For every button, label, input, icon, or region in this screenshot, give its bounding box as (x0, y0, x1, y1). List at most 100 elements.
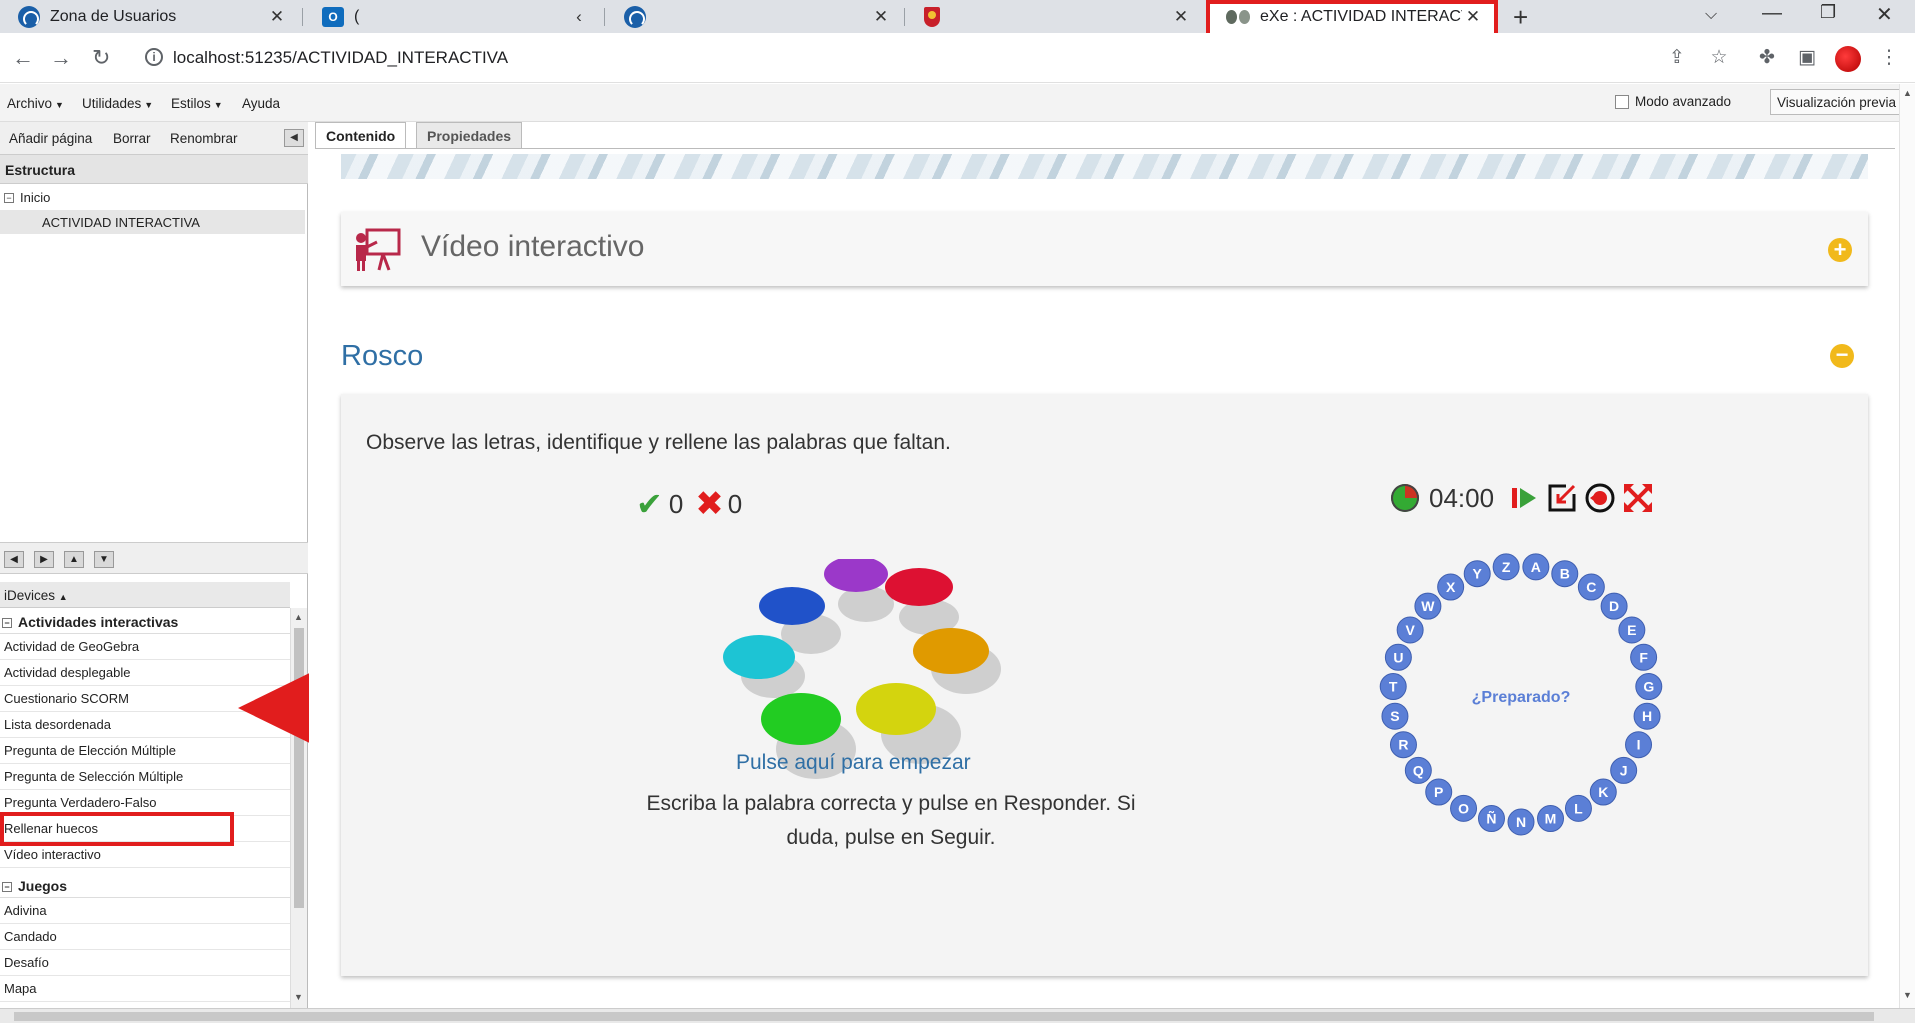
site-info-icon[interactable]: i (145, 48, 163, 66)
scroll-up-icon: ▲ (294, 612, 303, 622)
expand-plus-icon[interactable]: + (1828, 238, 1852, 262)
rosco-letter: I (1625, 731, 1653, 759)
menu-ayuda[interactable]: Ayuda (242, 96, 280, 111)
move-left-icon[interactable]: ◀ (4, 551, 24, 568)
play-icon[interactable] (1508, 482, 1540, 514)
idevice-adivina[interactable]: Adivina (0, 898, 290, 924)
address-bar[interactable]: i localhost:51235/ACTIVIDAD_INTERACTIVA (130, 41, 1750, 75)
caret-down-icon: ▼ (55, 100, 64, 110)
reload-icon[interactable]: ↻ (92, 45, 110, 71)
modo-avanzado-toggle[interactable]: Modo avanzado (1615, 94, 1731, 109)
share-icon[interactable]: ⇪ (1666, 48, 1688, 68)
move-right-icon[interactable]: ▶ (34, 551, 54, 568)
rosco-letter: T (1379, 673, 1407, 701)
svg-text:I: I (1637, 737, 1641, 753)
close-icon[interactable]: ✕ (266, 7, 288, 27)
extensions-icon[interactable]: ✤ (1756, 48, 1778, 68)
collapse-minus-icon[interactable]: − (1830, 344, 1854, 368)
delete-page-button[interactable]: Borrar (113, 131, 151, 146)
preview-button[interactable]: Visualización previa (1770, 89, 1915, 115)
horizontal-scrollbar[interactable] (0, 1008, 1915, 1023)
side-panel-icon[interactable]: ▣ (1796, 48, 1818, 68)
fullscreen-icon[interactable] (1622, 482, 1654, 514)
group-collapse-icon: − (2, 882, 12, 892)
rosco-letter: W (1414, 592, 1442, 620)
rosco-letter: Q (1404, 756, 1432, 784)
tree-node-actividad[interactable]: ACTIVIDAD INTERACTIVA (0, 210, 305, 234)
svg-text:K: K (1598, 784, 1608, 800)
modo-avanzado-checkbox[interactable] (1615, 94, 1629, 109)
rosco-letter: H (1633, 702, 1661, 730)
svg-text:P: P (1434, 784, 1443, 800)
close-icon[interactable]: ✕ (1170, 7, 1192, 27)
forward-icon[interactable]: → (50, 45, 72, 71)
svg-text:Ñ: Ñ (1486, 810, 1496, 827)
rosco-title: Rosco (341, 340, 424, 372)
outlook-icon: O (322, 6, 344, 27)
window-close-icon[interactable]: ✕ (1876, 2, 1893, 27)
minimize-icon[interactable]: — (1762, 2, 1782, 25)
browser-tab-zona-usuarios[interactable]: Zona de Usuarios ✕ (0, 0, 300, 33)
move-down-icon[interactable]: ▼ (94, 551, 114, 568)
tree-collapse-icon[interactable]: − (4, 193, 14, 203)
back-icon[interactable]: ← (12, 45, 34, 71)
menu-utilidades[interactable]: Utilidades ▼ (82, 96, 153, 111)
svg-text:T: T (1389, 679, 1398, 695)
svg-text:N: N (1516, 814, 1526, 830)
start-game-link[interactable]: Pulse aquí para empezar (736, 751, 971, 775)
timer-display: 04:00 (1391, 482, 1654, 514)
svg-text:E: E (1627, 622, 1636, 638)
rosco-letter: M (1537, 805, 1565, 833)
rosco-letter: S (1381, 702, 1409, 730)
browser-tab-3[interactable]: ✕ (606, 0, 904, 33)
svg-text:A: A (1531, 559, 1541, 575)
add-page-button[interactable]: Añadir página (9, 131, 92, 146)
rosco-letter: R (1389, 731, 1417, 759)
group-juegos[interactable]: − Juegos (0, 872, 290, 898)
page-scrollbar[interactable]: ▲ ▼ (1899, 84, 1915, 1008)
idevice-geogebra[interactable]: Actividad de GeoGebra (0, 634, 290, 660)
rosco-letter: F (1630, 643, 1658, 671)
restore-icon[interactable]: ❐ (1820, 2, 1836, 23)
idevice-seleccion-multiple[interactable]: Pregunta de Selección Múltiple (0, 764, 290, 790)
bookmark-star-icon[interactable]: ☆ (1708, 48, 1730, 68)
main-content: Contenido Propiedades Vídeo interactivo … (309, 122, 1899, 1008)
new-tab-button[interactable]: + (1513, 2, 1528, 33)
idevices-header[interactable]: iDevices ▲ (0, 582, 290, 608)
rename-page-button[interactable]: Renombrar (170, 131, 238, 146)
svg-text:Z: Z (1502, 559, 1511, 575)
profile-avatar[interactable] (1835, 46, 1861, 72)
browser-tab-outlook[interactable]: O ( ‹ (304, 0, 602, 33)
idevice-mapa[interactable]: Mapa (0, 976, 290, 1002)
rosco-letter: J (1610, 756, 1638, 784)
idevice-desafio[interactable]: Desafío (0, 950, 290, 976)
svg-text:F: F (1639, 649, 1648, 665)
chevron-left-icon[interactable]: ‹ (568, 7, 590, 27)
minimize-game-icon[interactable] (1546, 482, 1578, 514)
rosco-instructions: Observe las letras, identifique y rellen… (366, 431, 951, 454)
collapse-panel-icon[interactable]: ◀ (284, 129, 304, 147)
svg-text:X: X (1446, 579, 1456, 595)
tree-node-inicio[interactable]: − Inicio (4, 190, 50, 205)
idevice-candado[interactable]: Candado (0, 924, 290, 950)
restart-icon[interactable] (1584, 482, 1616, 514)
menu-estilos[interactable]: Estilos ▼ (171, 96, 223, 111)
menu-archivo[interactable]: Archivo ▼ (7, 96, 64, 111)
browser-tab-4[interactable]: ✕ (906, 0, 1204, 33)
rosco-letter: O (1450, 794, 1478, 822)
group-actividades-interactivas[interactable]: − Actividades interactivas (0, 608, 290, 634)
scrollbar-thumb[interactable] (14, 1012, 1874, 1021)
move-up-icon[interactable]: ▲ (64, 551, 84, 568)
tab-search-chevron-icon[interactable]: ⌵ (1705, 6, 1717, 24)
rosco-letter: X (1437, 573, 1465, 601)
rosco-letter: D (1600, 592, 1628, 620)
sort-up-icon: ▲ (58, 592, 68, 602)
close-icon[interactable]: ✕ (870, 7, 892, 27)
scroll-down-icon: ▼ (1903, 990, 1912, 1000)
tab-propiedades[interactable]: Propiedades (416, 122, 523, 148)
circle-logo-icon (18, 5, 40, 28)
tab-contenido[interactable]: Contenido (315, 122, 407, 148)
hits-count: 0 (668, 488, 684, 519)
menu-kebab-icon[interactable]: ⋮ (1878, 48, 1900, 68)
structure-actions: Añadir página Borrar Renombrar ◀ (0, 122, 308, 154)
